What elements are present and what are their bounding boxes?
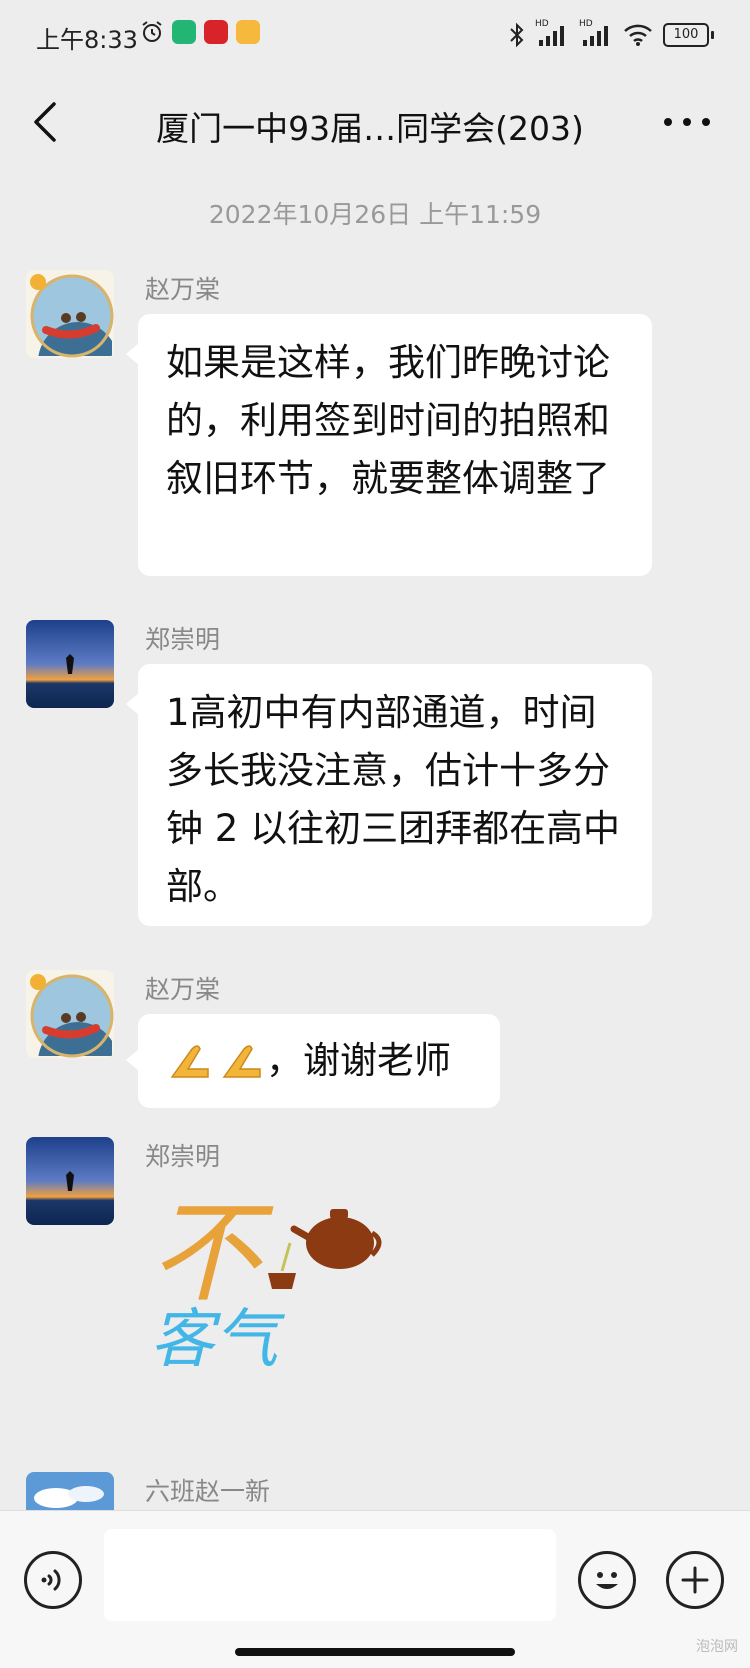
- sender-name: 郑崇明: [145, 1142, 221, 1171]
- avatar[interactable]: [26, 270, 114, 358]
- battery-icon: 100: [663, 23, 714, 47]
- message-text: ，谢谢老师: [266, 1039, 451, 1082]
- thank-you-tea-sticker[interactable]: 不 客气: [150, 1181, 400, 1371]
- home-indicator[interactable]: [235, 1648, 515, 1656]
- message-input-bar: [0, 1510, 750, 1668]
- signal-icon-1: HD: [535, 20, 569, 48]
- message-text: 如果是这样，我们昨晚讨论的，利用签到时间的拍照和叙旧环节，就要整体调整了: [166, 341, 610, 500]
- message-bubble[interactable]: 如果是这样，我们昨晚讨论的，利用签到时间的拍照和叙旧环节，就要整体调整了: [126, 314, 652, 576]
- message-text-input[interactable]: [104, 1529, 556, 1621]
- message-bubble[interactable]: 1高初中有内部通道，时间多长我没注意，估计十多分钟 2 以往初三团拜都在高中部。: [126, 664, 652, 926]
- signal-icon-2: HD: [579, 20, 613, 48]
- chat-timestamp: 2022年10月26日 上午11:59: [208, 200, 542, 229]
- pray-hands-emoji-icon: [170, 1045, 209, 1078]
- status-system-icons: HD HD 100: [509, 20, 714, 48]
- plus-icon: [681, 1566, 709, 1594]
- teapot-icon: [290, 1209, 382, 1269]
- sender-name: 赵万棠: [145, 275, 221, 304]
- shield-app-icon: [172, 20, 196, 44]
- pray-hands-emoji-icon: [222, 1045, 261, 1078]
- watermark: 泡泡网: [696, 1639, 738, 1655]
- sticker-text-2: 客气: [150, 1303, 285, 1371]
- status-bar: 上午8:33 HD HD 100: [0, 0, 750, 72]
- emoji-button[interactable]: [578, 1551, 636, 1609]
- avatar[interactable]: [26, 1472, 114, 1510]
- more-options-icon[interactable]: [662, 110, 712, 134]
- bluetooth-icon: [510, 22, 524, 48]
- wifi-icon: [624, 24, 652, 46]
- avatar-kayak-image: [26, 270, 114, 358]
- sender-name: 六班赵一新: [145, 1477, 271, 1506]
- avatar-sunset-image: [26, 620, 114, 708]
- voice-input-button[interactable]: [24, 1551, 82, 1609]
- avatar-kayak-image: [26, 970, 114, 1058]
- back-arrow-icon[interactable]: [26, 100, 66, 144]
- yellow-app-icon: [236, 20, 260, 44]
- avatar-sunset-image: [26, 1137, 114, 1225]
- avatar-sky-image: [26, 1472, 114, 1510]
- sticker-text-1: 不: [150, 1189, 274, 1317]
- alarm-icon: [142, 21, 162, 42]
- red-app-icon: [204, 20, 228, 44]
- status-notification-icons: [140, 20, 260, 44]
- emoji-smile-icon: [596, 1572, 618, 1589]
- message-text: 1高初中有内部通道，时间多长我没注意，估计十多分钟 2 以往初三团拜都在高中部。: [166, 691, 621, 908]
- battery-level: 100: [663, 23, 709, 47]
- more-functions-button[interactable]: [666, 1551, 724, 1609]
- chat-title: 厦门一中93届…同学会(203): [156, 109, 584, 148]
- status-time: 上午8:33: [36, 26, 138, 54]
- message-bubble[interactable]: ，谢谢老师: [126, 1014, 500, 1108]
- avatar[interactable]: [26, 970, 114, 1058]
- teacup-icon: [268, 1242, 296, 1289]
- avatar[interactable]: [26, 1137, 114, 1225]
- avatar[interactable]: [26, 620, 114, 708]
- voice-icon: [41, 1569, 61, 1591]
- sender-name: 赵万棠: [145, 975, 221, 1004]
- chat-header: 厦门一中93届…同学会(203): [0, 72, 750, 182]
- sender-name: 郑崇明: [145, 625, 221, 654]
